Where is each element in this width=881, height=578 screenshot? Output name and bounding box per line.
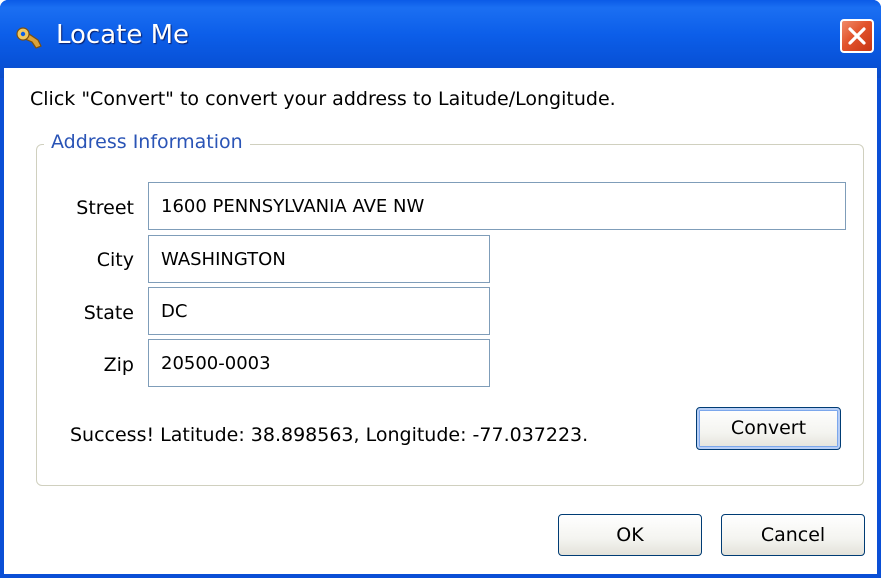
wrench-icon: [14, 26, 46, 50]
convert-button-label: Convert: [730, 417, 807, 439]
zip-label: Zip: [103, 354, 134, 376]
close-button[interactable]: [840, 19, 874, 53]
zip-field[interactable]: [148, 339, 490, 387]
cancel-button-label: Cancel: [760, 524, 826, 546]
ok-button-label: OK: [616, 524, 644, 546]
city-label: City: [96, 249, 134, 271]
status-message: Success! Latitude: 38.898563, Longitude:…: [70, 424, 589, 446]
address-group-legend: Address Information: [44, 131, 250, 153]
instructions-text: Click "Convert" to convert your address …: [30, 88, 616, 110]
state-label: State: [83, 302, 134, 324]
street-label: Street: [76, 197, 134, 219]
window-title: Locate Me: [56, 20, 190, 50]
convert-button[interactable]: Convert: [696, 407, 841, 450]
dialog-window: Locate Me Click "Convert" to convert you…: [0, 0, 881, 578]
title-bar[interactable]: Locate Me: [0, 0, 881, 78]
street-field[interactable]: [148, 182, 846, 230]
close-icon: [848, 27, 866, 45]
state-field[interactable]: [148, 287, 490, 335]
ok-button[interactable]: OK: [558, 514, 702, 556]
city-field[interactable]: [148, 235, 490, 283]
cancel-button[interactable]: Cancel: [721, 514, 865, 556]
